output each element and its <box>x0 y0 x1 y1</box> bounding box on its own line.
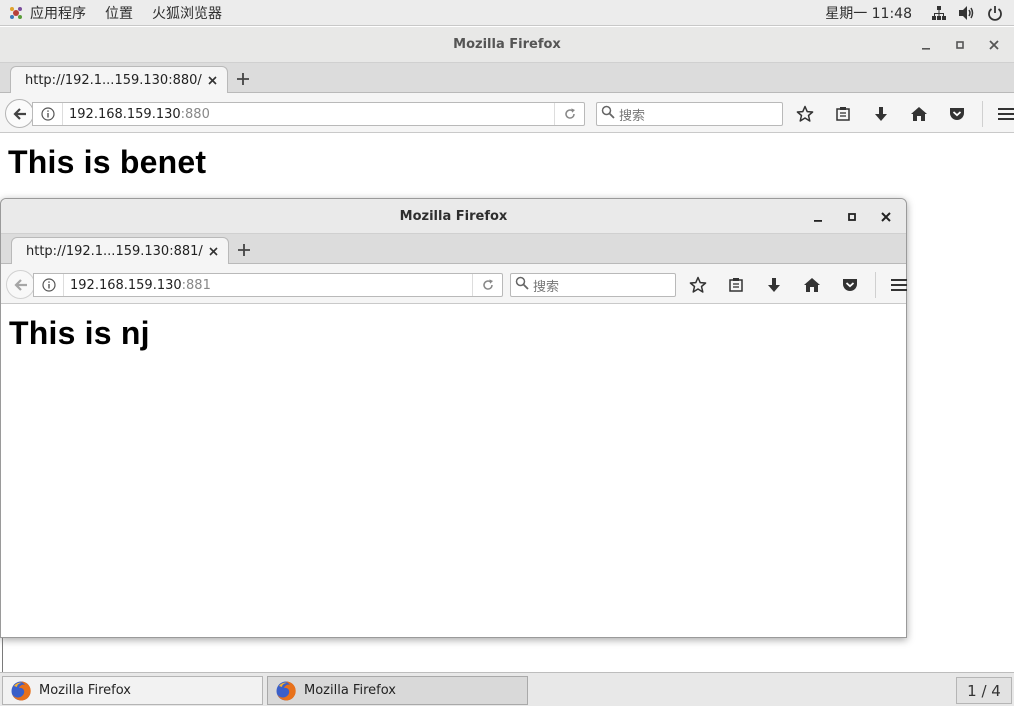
firefox-logo-icon <box>276 680 296 701</box>
text-cursor <box>2 638 3 672</box>
url-port: :881 <box>181 277 211 293</box>
taskbar-item-label: Mozilla Firefox <box>304 683 396 698</box>
back-button[interactable] <box>6 270 35 299</box>
volume-icon[interactable] <box>958 4 976 22</box>
maximize-button[interactable] <box>840 205 864 229</box>
clock[interactable]: 星期一 11:48 <box>825 3 912 23</box>
reload-icon[interactable] <box>472 274 502 296</box>
window-list-taskbar: Mozilla Firefox Mozilla Firefox 1 / 4 <box>0 672 1014 706</box>
reading-list-icon[interactable] <box>723 272 749 298</box>
tab-current[interactable]: http://192.1...159.130:881/ <box>11 237 229 265</box>
firefox-app-menu-label: 火狐浏览器 <box>152 5 222 22</box>
workspace-switcher[interactable]: 1 / 4 <box>956 677 1012 704</box>
site-info-icon[interactable] <box>34 274 64 296</box>
applications-menu-label: 应用程序 <box>30 5 86 22</box>
tab-strip: http://192.1...159.130:881/ <box>1 234 906 265</box>
page-content: This is nj <box>1 304 906 635</box>
tab-label: http://192.1...159.130:881/ <box>26 244 203 259</box>
pocket-icon[interactable] <box>837 272 863 298</box>
minimize-button[interactable] <box>914 33 938 57</box>
taskbar-item-firefox-1[interactable]: Mozilla Firefox <box>2 676 263 705</box>
bookmark-star-icon[interactable] <box>685 272 711 298</box>
bookmark-star-icon[interactable] <box>792 101 818 127</box>
firefox-window-front: Mozilla Firefox http://192.1...159.130:8… <box>0 198 907 638</box>
network-icon[interactable] <box>930 4 948 22</box>
gnome-top-bar: 应用程序 位置 火狐浏览器 星期一 11:48 <box>0 0 1014 26</box>
url-host: 192.168.159.130 <box>69 106 181 122</box>
toolbar-separator <box>875 272 876 298</box>
window-title: Mozilla Firefox <box>453 37 561 52</box>
back-button[interactable] <box>5 99 34 128</box>
home-icon[interactable] <box>906 101 932 127</box>
gnome-foot-icon <box>8 5 24 21</box>
hamburger-menu-icon[interactable] <box>993 101 1014 127</box>
firefox-logo-icon <box>11 680 31 701</box>
window-title: Mozilla Firefox <box>399 208 508 224</box>
maximize-button[interactable] <box>948 33 972 57</box>
window-titlebar[interactable]: Mozilla Firefox <box>0 27 1014 63</box>
hamburger-menu-icon[interactable] <box>886 272 912 298</box>
close-button[interactable] <box>874 205 898 229</box>
tab-close-icon[interactable] <box>206 245 220 259</box>
places-menu[interactable]: 位置 <box>97 0 144 26</box>
search-placeholder: 搜索 <box>619 108 646 124</box>
navigation-toolbar: 192.168.159.130:881 搜索 <box>1 264 907 304</box>
new-tab-button[interactable] <box>232 68 254 90</box>
reading-list-icon[interactable] <box>830 101 856 127</box>
download-arrow-icon[interactable] <box>868 101 894 127</box>
tab-close-icon[interactable] <box>205 74 219 88</box>
taskbar-item-label: Mozilla Firefox <box>39 683 131 698</box>
search-icon <box>515 276 529 294</box>
window-titlebar[interactable]: Mozilla Firefox <box>1 199 906 234</box>
download-arrow-icon[interactable] <box>761 272 787 298</box>
tab-strip: http://192.1...159.130:880/ <box>0 63 1014 94</box>
url-port: :880 <box>180 106 210 122</box>
url-text: 192.168.159.130:880 <box>63 107 554 122</box>
url-bar[interactable]: 192.168.159.130:881 <box>33 273 503 297</box>
url-text: 192.168.159.130:881 <box>64 278 472 293</box>
search-icon <box>601 105 615 123</box>
page-heading: This is benet <box>8 144 207 180</box>
url-bar[interactable]: 192.168.159.130:880 <box>32 102 585 126</box>
new-tab-button[interactable] <box>233 239 255 261</box>
navigation-toolbar: 192.168.159.130:880 搜索 <box>0 93 1014 133</box>
places-menu-label: 位置 <box>105 5 133 22</box>
search-bar[interactable]: 搜索 <box>596 102 783 126</box>
applications-menu[interactable]: 应用程序 <box>0 0 97 26</box>
minimize-button[interactable] <box>806 205 830 229</box>
search-bar[interactable]: 搜索 <box>510 273 676 297</box>
site-info-icon[interactable] <box>33 103 63 125</box>
close-button[interactable] <box>982 33 1006 57</box>
home-icon[interactable] <box>799 272 825 298</box>
pocket-icon[interactable] <box>944 101 970 127</box>
search-placeholder: 搜索 <box>533 279 560 295</box>
power-icon[interactable] <box>986 4 1004 22</box>
page-heading: This is nj <box>9 315 150 351</box>
reload-icon[interactable] <box>554 103 584 125</box>
taskbar-item-firefox-2[interactable]: Mozilla Firefox <box>267 676 528 705</box>
tab-current[interactable]: http://192.1...159.130:880/ <box>10 66 228 94</box>
tab-label: http://192.1...159.130:880/ <box>25 73 202 88</box>
toolbar-separator <box>982 101 983 127</box>
firefox-app-menu[interactable]: 火狐浏览器 <box>144 0 233 26</box>
url-host: 192.168.159.130 <box>70 277 182 293</box>
